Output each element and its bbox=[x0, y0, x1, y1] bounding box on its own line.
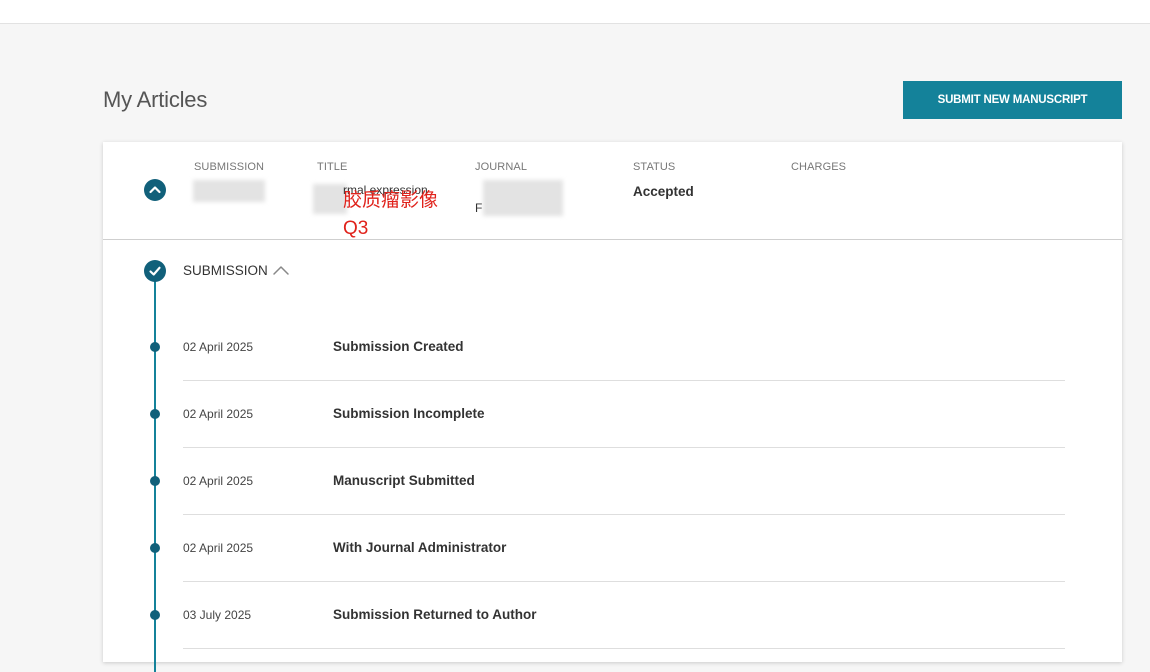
timeline-dot-icon bbox=[150, 342, 160, 352]
event-name: Submission Returned to Author bbox=[333, 607, 537, 622]
title-column-label: TITLE bbox=[317, 161, 348, 173]
event-date: 02 April 2025 bbox=[183, 541, 254, 555]
top-bar bbox=[0, 0, 1150, 24]
journal-snippet: F bbox=[475, 201, 483, 215]
timeline-event-row: 02 April 2025 Manuscript Submitted bbox=[183, 448, 1065, 515]
annotation-text: 胶质瘤影像 bbox=[343, 190, 439, 211]
redacted-title bbox=[313, 184, 347, 214]
article-card: SUBMISSION TITLE JOURNAL STATUS CHARGES … bbox=[103, 142, 1122, 672]
event-date: 02 April 2025 bbox=[183, 340, 254, 354]
redacted-submission-id bbox=[193, 180, 265, 202]
event-name: Manuscript Submitted bbox=[333, 473, 475, 488]
event-date: 02 April 2025 bbox=[183, 474, 254, 488]
redacted-journal bbox=[483, 180, 563, 216]
timeline-event-row: 02 April 2025 Submission Incomplete bbox=[183, 381, 1065, 448]
chevron-up-icon bbox=[149, 186, 161, 194]
timeline-dot-icon bbox=[150, 610, 160, 620]
event-name: With Journal Administrator bbox=[333, 540, 507, 555]
stage-label-submission: SUBMISSION bbox=[183, 263, 268, 278]
timeline-event-row: 02 April 2025 Submission Created bbox=[183, 314, 1065, 381]
event-name: Submission Created bbox=[333, 339, 464, 354]
journal-column-label: JOURNAL bbox=[475, 161, 528, 173]
article-summary-row: SUBMISSION TITLE JOURNAL STATUS CHARGES … bbox=[103, 142, 1122, 240]
stage-toggle-button[interactable] bbox=[271, 261, 293, 279]
check-circle-icon bbox=[144, 260, 166, 282]
submission-column-label: SUBMISSION bbox=[194, 161, 265, 173]
timeline-dot-icon bbox=[150, 409, 160, 419]
chevron-up-icon bbox=[273, 266, 289, 275]
charges-column-label: CHARGES bbox=[791, 161, 847, 173]
timeline-event-row: 02 April 2025 With Journal Administrator bbox=[183, 515, 1065, 582]
submit-new-manuscript-button[interactable]: SUBMIT NEW MANUSCRIPT bbox=[903, 81, 1122, 119]
status-value: Accepted bbox=[633, 184, 694, 199]
event-name: Submission Incomplete bbox=[333, 406, 485, 421]
annotation-text-q3: Q3 bbox=[343, 218, 369, 239]
timeline-event-row: 03 July 2025 Submission Returned to Auth… bbox=[183, 582, 1065, 649]
event-date: 02 April 2025 bbox=[183, 407, 254, 421]
collapse-article-button[interactable] bbox=[144, 179, 166, 201]
page-title: My Articles bbox=[103, 87, 208, 112]
timeline-dot-icon bbox=[150, 543, 160, 553]
status-column-label: STATUS bbox=[633, 161, 676, 173]
timeline-dot-icon bbox=[150, 476, 160, 486]
event-date: 03 July 2025 bbox=[183, 608, 252, 622]
